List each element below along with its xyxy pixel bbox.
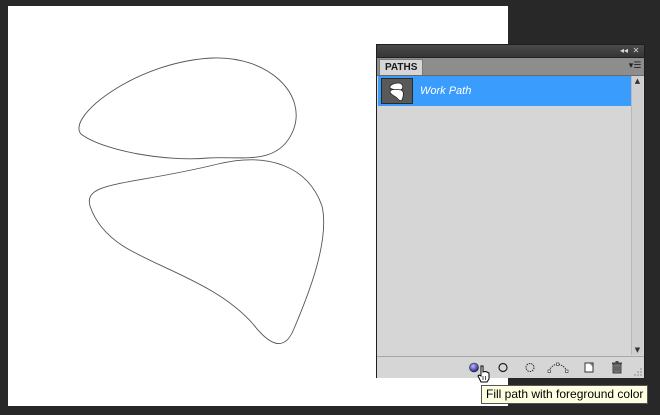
paths-list-scrollbar[interactable]: ▲ ▼ [631,76,643,355]
panel-footer [377,356,644,378]
panel-title-bar[interactable]: ◂◂ ✕ [377,45,644,58]
scroll-down-icon[interactable]: ▼ [632,345,643,355]
new-path-button[interactable] [581,360,597,375]
delete-path-button[interactable] [609,360,625,375]
stroke-path-icon [498,362,508,373]
path-name-label: Work Path [420,85,472,97]
panel-menu-icon[interactable]: ▾☰ [628,60,642,73]
close-icon[interactable]: ✕ [630,45,642,57]
selection-icon [525,363,535,372]
load-as-selection-button[interactable] [522,360,538,375]
scroll-up-icon[interactable]: ▲ [632,76,643,86]
paths-panel: ◂◂ ✕ PATHS ▾☰ Work Path ▲ ▼ [376,44,645,378]
tooltip: Fill path with foreground color [481,385,649,404]
work-path-icon [547,362,569,373]
tab-paths[interactable]: PATHS [379,59,424,75]
resize-grip-icon[interactable] [633,367,643,377]
new-path-icon [584,362,594,373]
hand-pointer-icon [477,365,490,383]
path-row-work-path[interactable]: Work Path [378,76,631,106]
paths-list: Work Path [378,76,631,355]
panel-tab-row: PATHS ▾☰ [377,58,644,76]
trash-icon [612,361,622,374]
path-thumbnail-icon [381,78,413,104]
make-work-path-button[interactable] [547,360,569,375]
stroke-path-button[interactable] [495,360,511,375]
double-chevron-left-icon[interactable]: ◂◂ [618,45,630,57]
